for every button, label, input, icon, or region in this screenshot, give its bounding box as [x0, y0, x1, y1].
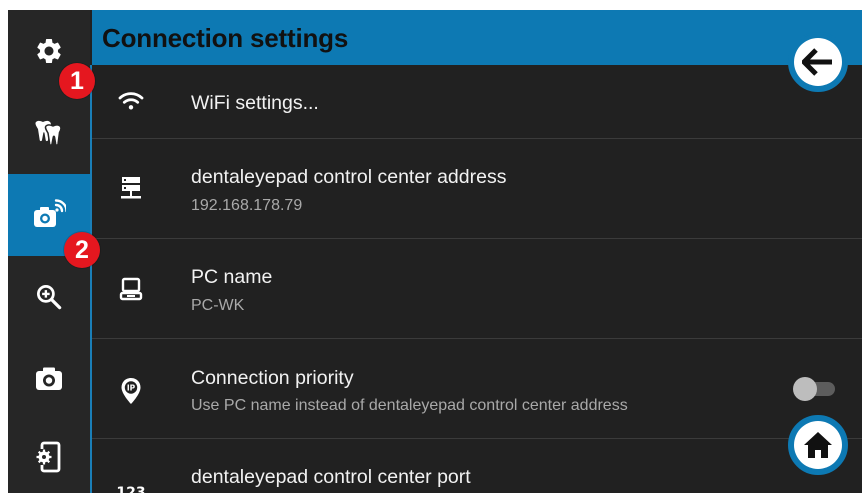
page-title: Connection settings [102, 23, 349, 53]
settings-list: WiFi settings... dentaleyepad control ce… [92, 65, 862, 493]
callout-marker-2: 2 [64, 232, 100, 268]
home-icon [804, 432, 832, 458]
sidebar-item-device-settings[interactable] [8, 420, 90, 493]
numeric-123-icon: 123 [116, 478, 146, 493]
setting-title: dentaleyepad control center port [191, 466, 471, 488]
computer-icon [116, 274, 146, 304]
setting-connection-priority[interactable]: IP Connection priority Use PC name inste… [92, 338, 862, 439]
camera-wifi-icon [34, 199, 66, 227]
setting-description: Use PC name instead of dentaleyepad cont… [191, 397, 628, 414]
svg-text:IP: IP [127, 384, 136, 393]
numeric-glyph: 123 [116, 485, 146, 493]
title-bar: Connection settings [92, 10, 862, 65]
setting-title: WiFi settings... [191, 92, 319, 114]
home-button-face [794, 421, 842, 469]
zoom-in-icon [37, 285, 62, 310]
teeth-icon [35, 120, 62, 146]
sidebar-item-camera[interactable] [8, 338, 90, 420]
back-button[interactable] [788, 32, 848, 92]
arrow-left-icon [802, 48, 832, 76]
sidebar-item-zoom[interactable] [8, 256, 90, 338]
setting-control-center-address[interactable]: dentaleyepad control center address 192.… [92, 138, 862, 239]
gear-icon [37, 38, 61, 63]
wifi-icon [116, 86, 146, 116]
ip-location-icon: IP [116, 376, 146, 406]
setting-title: dentaleyepad control center address [191, 166, 507, 188]
home-button[interactable] [788, 415, 848, 475]
back-button-face [794, 38, 842, 86]
callout-marker-1: 1 [59, 63, 95, 99]
toggle-thumb [793, 377, 817, 401]
device-settings-icon [36, 441, 61, 472]
setting-wifi[interactable]: WiFi settings... [92, 65, 862, 139]
setting-pc-name[interactable]: PC name PC-WK [92, 238, 862, 339]
setting-value: 192.168.178.79 [191, 197, 303, 214]
setting-control-center-port[interactable]: 123 dentaleyepad control center port [92, 438, 862, 493]
sidebar-item-teeth[interactable] [8, 92, 90, 174]
server-icon [116, 174, 146, 204]
connection-priority-toggle[interactable] [793, 377, 837, 401]
camera-icon [36, 367, 62, 390]
setting-title: PC name [191, 266, 273, 288]
setting-title: Connection priority [191, 367, 354, 389]
setting-value: PC-WK [191, 297, 245, 314]
app-window: Connection settings WiFi settings... den… [8, 10, 862, 493]
